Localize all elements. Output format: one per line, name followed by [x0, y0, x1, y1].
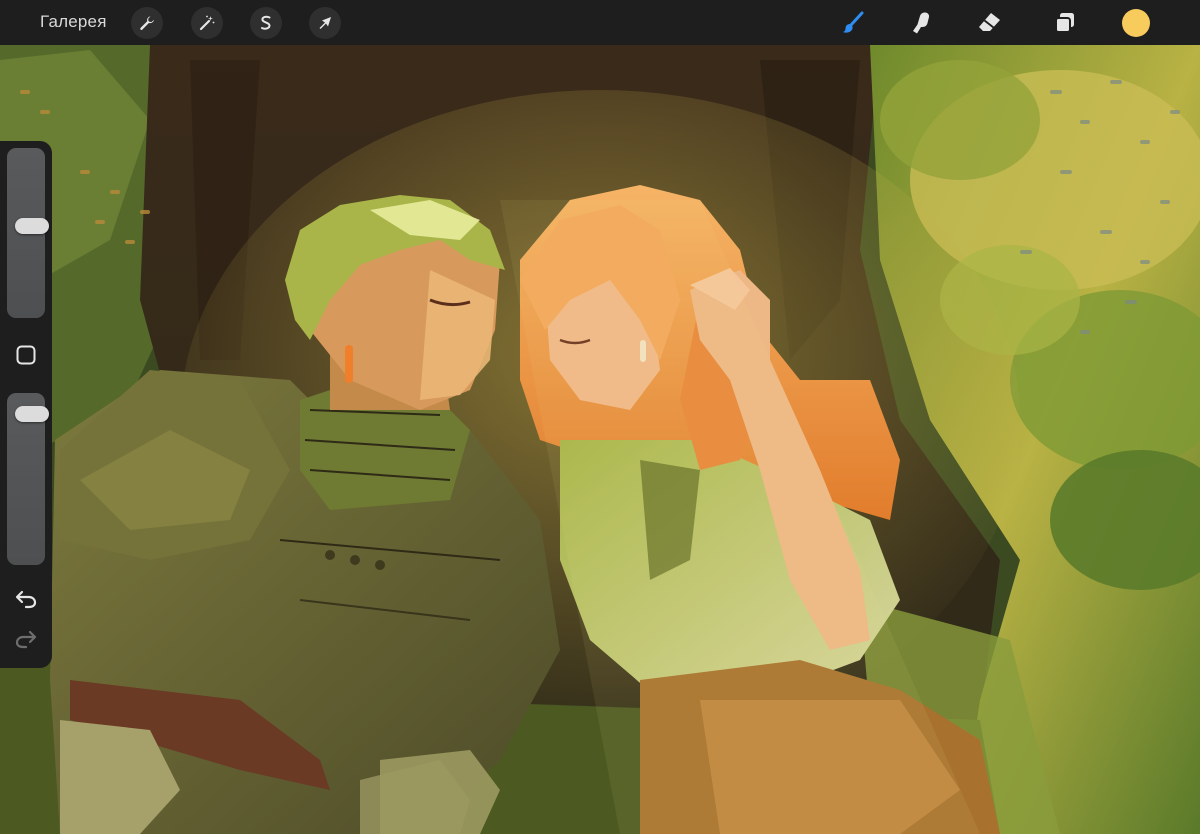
redo-arrow-icon [15, 630, 37, 649]
eraser-icon [979, 13, 1000, 31]
opacity-slider-knob[interactable] [15, 405, 49, 422]
redo-button[interactable] [12, 625, 40, 653]
brush-tool-button[interactable] [838, 8, 868, 38]
square-icon [16, 345, 36, 365]
opacity-slider[interactable] [7, 393, 49, 565]
brush-icon [843, 11, 864, 33]
layers-button[interactable] [1050, 8, 1080, 38]
left-sidebar [0, 141, 52, 668]
gallery-button[interactable]: Галерея [40, 12, 107, 32]
selection-button[interactable] [250, 7, 282, 39]
transform-button[interactable] [309, 7, 341, 39]
adjustments-button[interactable] [191, 7, 223, 39]
brush-size-slider[interactable] [7, 148, 49, 318]
eraser-tool-button[interactable] [975, 8, 1005, 38]
modify-button[interactable] [16, 345, 36, 365]
arrow-cursor-icon [319, 17, 331, 29]
undo-arrow-icon [15, 590, 37, 609]
wrench-icon [140, 16, 154, 30]
procreate-app: Галерея [0, 0, 1200, 834]
top-toolbar: Галерея [0, 0, 1200, 45]
selection-s-icon [261, 15, 271, 30]
magic-wand-icon [199, 15, 215, 31]
color-picker-button[interactable] [1122, 9, 1150, 37]
actions-button[interactable] [131, 7, 163, 39]
layers-icon [1055, 13, 1074, 33]
undo-button[interactable] [12, 585, 40, 613]
smudge-tool-button[interactable] [907, 8, 937, 38]
brush-size-slider-knob[interactable] [15, 217, 49, 234]
drawing-canvas[interactable] [0, 0, 1200, 834]
canvas-painting [0, 0, 1200, 834]
smudge-finger-icon [913, 12, 930, 34]
